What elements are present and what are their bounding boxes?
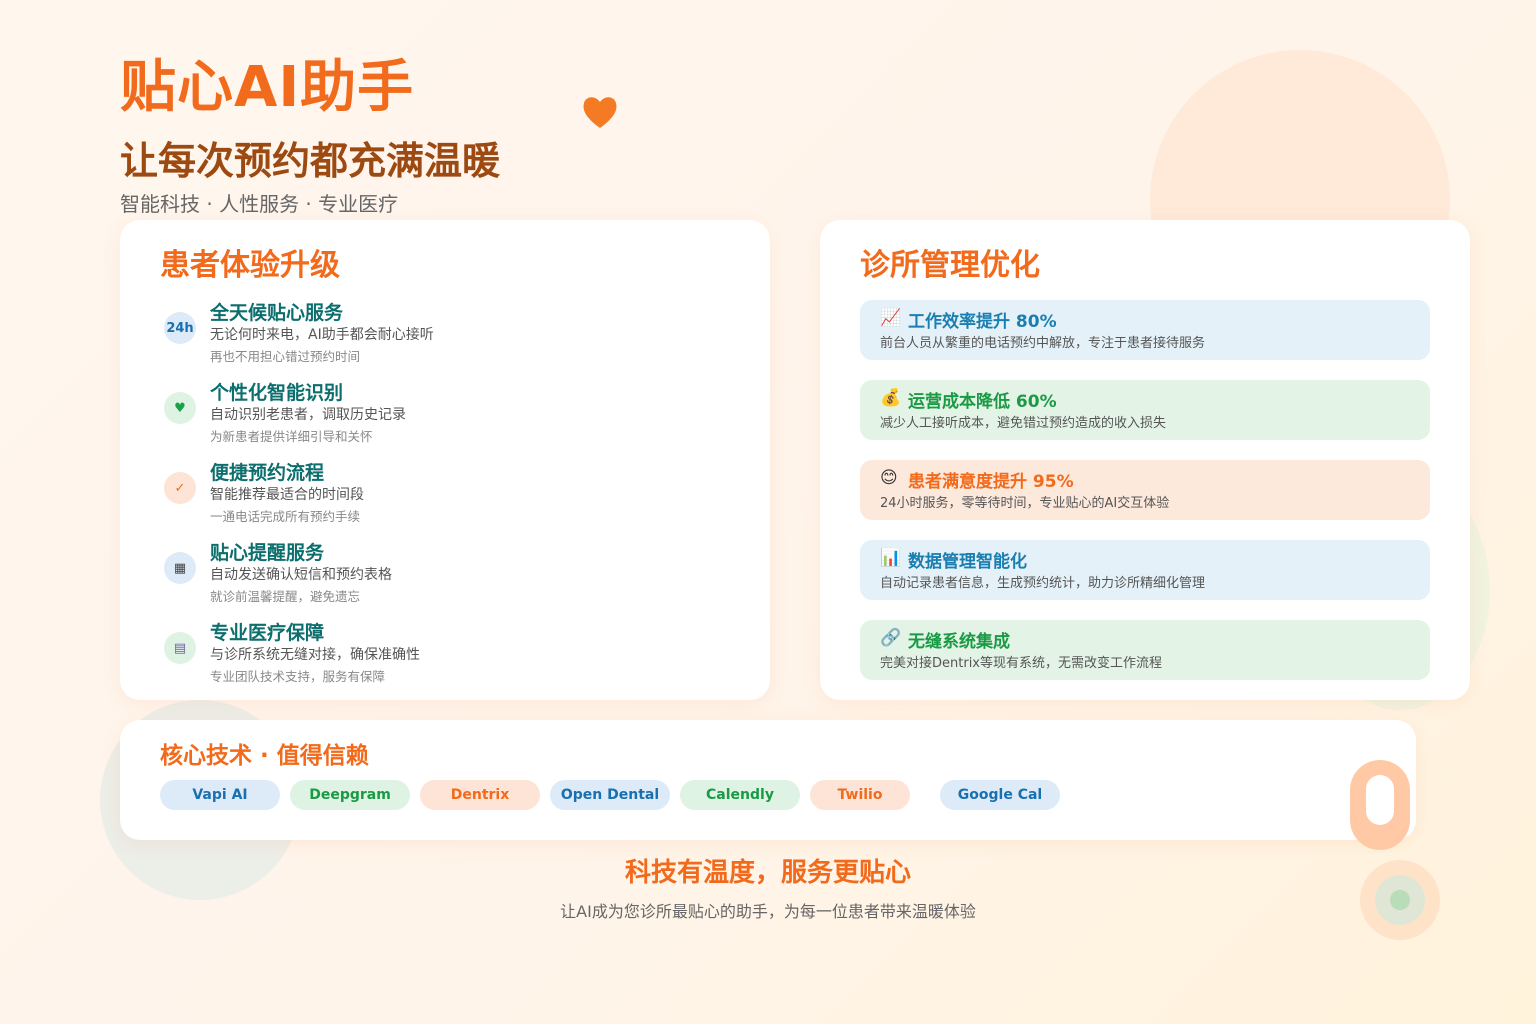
- footer-title: 科技有温度，服务更贴心: [624, 858, 911, 888]
- core-technology-card: 核心技术 · 值得信赖 Vapi AI Deepgram Dentrix Open D…: [120, 720, 1416, 840]
- clock-24h-icon: 24h: [164, 312, 196, 344]
- feature-title: 便捷预约流程: [210, 462, 325, 484]
- metric-item: 💰 运营成本降低 60% 减少人工接听成本，避免错过预约造成的收入损失: [860, 380, 1430, 440]
- metric-title: 工作效率提升 80%: [908, 312, 1057, 332]
- feature-item: ▦ 贴心提醒服务自动发送确认短信和预约表格 就诊前温馨提醒，避免遗忘: [164, 542, 744, 614]
- metric-title: 数据管理智能化: [908, 552, 1027, 572]
- clinic-management-card: 诊所管理优化 📈 工作效率提升 80% 前台人员从繁重的电话预约中解放，专注于患者接…: [820, 220, 1470, 700]
- feature-desc: 智能推荐最适合的时间段: [210, 487, 364, 503]
- tech-chip: Open Dental: [550, 780, 670, 810]
- tech-chip: Google Cal: [940, 780, 1060, 810]
- metric-item: 😊 患者满意度提升 95% 24小时服务，零等待时间，专业贴心的AI交互体验: [860, 460, 1430, 520]
- tech-chip: Dentrix: [420, 780, 540, 810]
- feature-desc: 无论何时来电，AI助手都会耐心接听: [210, 327, 434, 343]
- clipboard-icon: ▤: [164, 632, 196, 664]
- metric-desc: 前台人员从繁重的电话预约中解放，专注于患者接待服务: [880, 336, 1206, 351]
- feature-item: 24h 全天候贴心服务无论何时来电，AI助手都会耐心接听 再也不用担心错过预约时间: [164, 302, 744, 374]
- feature-item: ▤ 专业医疗保障与诊所系统无缝对接，确保准确性 专业团队技术支持，服务有保障: [164, 622, 744, 694]
- chart-up-icon: 📈: [880, 308, 902, 328]
- feature-note: 专业团队技术支持，服务有保障: [210, 669, 386, 684]
- phone-icon: ▦: [164, 552, 196, 584]
- feature-note: 就诊前温馨提醒，避免遗忘: [210, 589, 361, 604]
- feature-note: 为新患者提供详细引导和关怀: [210, 429, 373, 444]
- feature-title: 全天候贴心服务: [210, 302, 344, 324]
- metric-desc: 24小时服务，零等待时间，专业贴心的AI交互体验: [880, 496, 1170, 511]
- feature-desc: 与诊所系统无缝对接，确保准确性: [210, 647, 420, 663]
- feature-item: ♥ 个性化智能识别自动识别老患者，调取历史记录 为新患者提供详细引导和关怀: [164, 382, 744, 454]
- metric-desc: 自动记录患者信息，生成预约统计，助力诊所精细化管理: [880, 576, 1206, 591]
- metric-title: 无缝系统集成: [908, 632, 1010, 652]
- heart-icon: [583, 97, 617, 128]
- feature-desc: 自动发送确认短信和预约表格: [210, 567, 392, 583]
- metric-item: 📈 工作效率提升 80% 前台人员从繁重的电话预约中解放，专注于患者接待服务: [860, 300, 1430, 360]
- tech-chip: Twilio: [810, 780, 910, 810]
- card-title: 患者体验升级: [160, 248, 340, 283]
- tech-chip: Deepgram: [290, 780, 410, 810]
- tagline: 智能科技 · 人性服务 · 专业医疗: [120, 192, 399, 216]
- feature-title: 贴心提醒服务: [210, 542, 325, 564]
- decor-pill-inner: [1366, 775, 1394, 825]
- metric-title: 患者满意度提升 95%: [908, 472, 1074, 492]
- metric-desc: 减少人工接听成本，避免错过预约造成的收入损失: [880, 416, 1167, 431]
- feature-item: ✓ 便捷预约流程智能推荐最适合的时间段 一通电话完成所有预约手续: [164, 462, 744, 534]
- patient-experience-card: 患者体验升级 24h 全天候贴心服务无论何时来电，AI助手都会耐心接听 再也不用担心…: [120, 220, 770, 700]
- bar-chart-icon: 📊: [880, 548, 902, 568]
- feature-note: 一通电话完成所有预约手续: [210, 509, 361, 524]
- green-heart-icon: ♥: [164, 392, 196, 424]
- feature-desc: 自动识别老患者，调取历史记录: [210, 407, 406, 423]
- metric-item: 🔗 无缝系统集成完美对接Dentrix等现有系统，无需改变工作流程: [860, 620, 1430, 680]
- page-subtitle: 让每次预约都充满温暖: [120, 139, 501, 183]
- feature-title: 专业医疗保障: [210, 622, 325, 644]
- tech-chip: Calendly: [680, 780, 800, 810]
- money-bag-icon: 💰: [880, 388, 902, 408]
- link-icon: 🔗: [880, 628, 902, 648]
- feature-title: 个性化智能识别: [210, 382, 344, 404]
- tech-chip: Vapi AI: [160, 780, 280, 810]
- smile-icon: 😊: [880, 468, 898, 488]
- footer-subtitle: 让AI成为您诊所最贴心的助手，为每一位患者带来温暖体验: [560, 902, 976, 921]
- tech-title: 核心技术 · 值得信赖: [160, 743, 369, 769]
- feature-note: 再也不用担心错过预约时间: [210, 349, 361, 364]
- metric-desc: 完美对接Dentrix等现有系统，无需改变工作流程: [880, 656, 1162, 671]
- page-title: 贴心AI助手: [120, 55, 415, 120]
- metric-title: 运营成本降低 60%: [908, 392, 1057, 412]
- check-icon: ✓: [164, 472, 196, 504]
- metric-item: 📊 数据管理智能化自动记录患者信息，生成预约统计，助力诊所精细化管理: [860, 540, 1430, 600]
- card-title: 诊所管理优化: [860, 248, 1040, 283]
